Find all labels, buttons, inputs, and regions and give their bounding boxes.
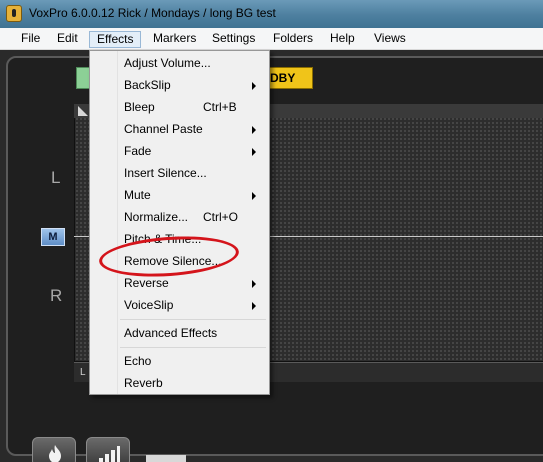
menu-item-voiceslip[interactable]: VoiceSlip bbox=[90, 294, 269, 316]
menu-separator bbox=[120, 319, 266, 320]
window-title: VoxPro 6.0.0.12 Rick / Mondays / long BG… bbox=[29, 6, 276, 20]
menu-settings[interactable]: Settings bbox=[205, 31, 262, 48]
submenu-arrow-icon bbox=[252, 148, 256, 156]
menu-item-insert-silence[interactable]: Insert Silence... bbox=[90, 162, 269, 184]
menu-item-label: Bleep bbox=[124, 100, 155, 114]
menu-bar: File Edit Effects Markers Settings Folde… bbox=[0, 28, 543, 50]
menu-folders[interactable]: Folders bbox=[266, 31, 320, 48]
menu-help[interactable]: Help bbox=[323, 31, 362, 48]
meter-button[interactable] bbox=[86, 437, 130, 462]
menu-item-reverb[interactable]: Reverb bbox=[90, 372, 269, 394]
mute-button[interactable]: M bbox=[41, 228, 65, 246]
submenu-arrow-icon bbox=[252, 302, 256, 310]
menu-item-fade[interactable]: Fade bbox=[90, 140, 269, 162]
menu-separator bbox=[120, 347, 266, 348]
menu-item-shortcut: Ctrl+B bbox=[203, 100, 237, 114]
menu-item-adjust-volume[interactable]: Adjust Volume... bbox=[90, 52, 269, 74]
menu-item-label: Mute bbox=[124, 188, 151, 202]
submenu-arrow-icon bbox=[252, 82, 256, 90]
app-icon[interactable] bbox=[6, 5, 22, 22]
menu-item-label: Reverse bbox=[124, 276, 169, 290]
menu-item-reverse[interactable]: Reverse bbox=[90, 272, 269, 294]
menu-markers[interactable]: Markers bbox=[146, 31, 203, 48]
submenu-arrow-icon bbox=[252, 126, 256, 134]
menu-item-label: Echo bbox=[124, 354, 152, 368]
status-box bbox=[146, 455, 186, 462]
menu-item-label: VoiceSlip bbox=[124, 298, 174, 312]
menu-effects[interactable]: Effects bbox=[89, 31, 142, 48]
menu-item-channel-paste[interactable]: Channel Paste bbox=[90, 118, 269, 140]
menu-item-label: Insert Silence... bbox=[124, 166, 207, 180]
corner-marker-icon bbox=[78, 106, 88, 116]
track-tab-yellow[interactable]: DBY bbox=[266, 67, 313, 89]
channel-right-label: R bbox=[50, 286, 63, 305]
flame-icon bbox=[49, 445, 61, 462]
channel-left-label: L bbox=[51, 168, 61, 187]
menu-item-label: Fade bbox=[124, 144, 152, 158]
menu-item-mute[interactable]: Mute bbox=[90, 184, 269, 206]
menu-item-label: BackSlip bbox=[124, 78, 171, 92]
flame-button[interactable] bbox=[32, 437, 76, 462]
menu-item-label: Normalize... bbox=[124, 210, 189, 224]
menu-item-label: Adjust Volume... bbox=[124, 56, 211, 70]
submenu-arrow-icon bbox=[252, 280, 256, 288]
menu-item-echo[interactable]: Echo bbox=[90, 350, 269, 372]
submenu-arrow-icon bbox=[252, 192, 256, 200]
effects-menu: Adjust Volume... BackSlip Bleep Ctrl+B C… bbox=[89, 50, 270, 395]
title-bar: VoxPro 6.0.0.12 Rick / Mondays / long BG… bbox=[0, 0, 543, 28]
menu-item-label: Reverb bbox=[124, 376, 163, 390]
menu-item-backslip[interactable]: BackSlip bbox=[90, 74, 269, 96]
meter-icon bbox=[99, 446, 120, 462]
menu-item-bleep[interactable]: Bleep Ctrl+B bbox=[90, 96, 269, 118]
menu-item-label: Advanced Effects bbox=[124, 326, 218, 340]
menu-item-advanced-effects[interactable]: Advanced Effects bbox=[90, 322, 269, 344]
menu-item-shortcut: Ctrl+O bbox=[203, 210, 239, 224]
menu-item-label: Channel Paste bbox=[124, 122, 203, 136]
menu-item-normalize[interactable]: Normalize... Ctrl+O bbox=[90, 206, 269, 228]
timeline-label: L bbox=[80, 367, 86, 378]
menu-views[interactable]: Views bbox=[367, 31, 413, 48]
menu-edit[interactable]: Edit bbox=[50, 31, 85, 48]
menu-file[interactable]: File bbox=[14, 31, 47, 48]
